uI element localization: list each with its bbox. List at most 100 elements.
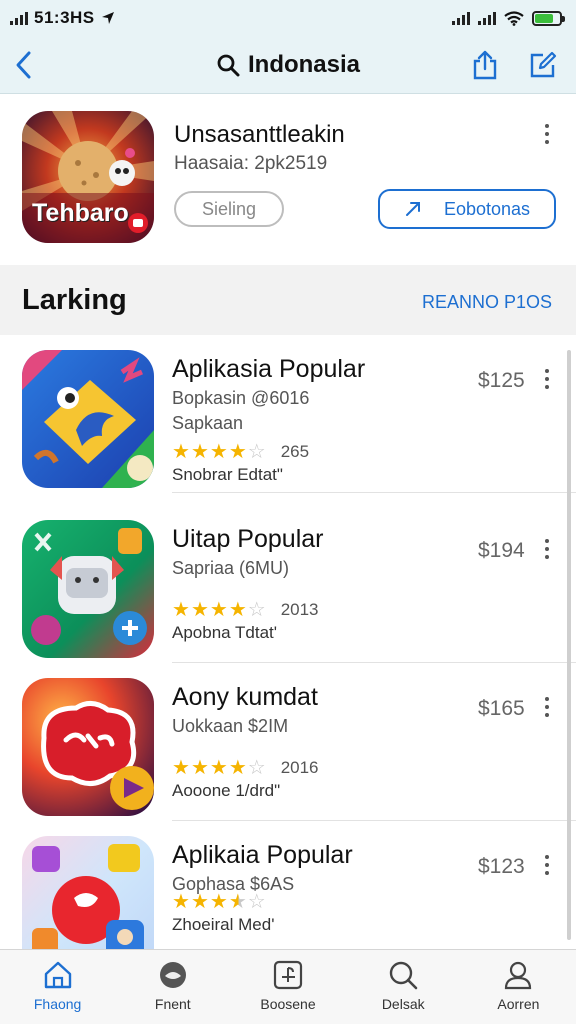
star-full-icon: ★ bbox=[228, 599, 248, 621]
app-rating: ★★★★☆ bbox=[172, 889, 267, 914]
star-empty-icon: ☆ bbox=[247, 599, 267, 621]
battery-icon bbox=[532, 10, 565, 26]
scrollbar[interactable] bbox=[567, 350, 571, 940]
app-rating: ★★★★☆ 2016 bbox=[172, 755, 319, 780]
app-title[interactable]: Aplikasia Popular bbox=[172, 355, 365, 384]
tab-discover[interactable]: Fnent bbox=[115, 950, 230, 1024]
app-subtitle: Bopkasin @6016 bbox=[172, 388, 310, 408]
star-full-icon: ★ bbox=[190, 599, 210, 621]
featured-app-icon-text: Tehbaro bbox=[32, 199, 129, 227]
star-full-icon: ★ bbox=[190, 441, 210, 463]
edit-icon bbox=[530, 51, 557, 78]
star-full-icon: ★ bbox=[209, 599, 229, 621]
nav-bar: Indonasia bbox=[0, 36, 576, 94]
tab-apps[interactable]: Boosene bbox=[230, 950, 345, 1024]
star-full-icon: ★ bbox=[190, 757, 210, 779]
share-button[interactable] bbox=[468, 48, 502, 82]
more-options-icon[interactable] bbox=[538, 855, 556, 875]
tab-home[interactable]: Fhaong bbox=[0, 950, 115, 1024]
search-icon bbox=[217, 54, 240, 77]
more-options-icon[interactable] bbox=[538, 697, 556, 717]
location-arrow-icon bbox=[101, 12, 114, 24]
app-title[interactable]: Aplikaia Popular bbox=[172, 841, 353, 870]
section-header: Larking REANNO P1OS bbox=[0, 265, 576, 335]
star-full-icon: ★ bbox=[190, 891, 210, 913]
page-title: Indonasia bbox=[247, 51, 361, 78]
tab-search[interactable]: Delsak bbox=[346, 950, 461, 1024]
app-icon[interactable] bbox=[22, 350, 154, 488]
featured-app-subtitle: Haasaia: 2pk2519 bbox=[174, 153, 328, 174]
star-half-icon: ★ bbox=[228, 891, 248, 913]
app-rating: ★★★★☆ 265 bbox=[172, 439, 309, 464]
tab-bar: Fhaong Fnent Boosene Delsak Aorren bbox=[0, 949, 576, 1024]
app-price[interactable]: $194 bbox=[478, 539, 525, 563]
star-full-icon: ★ bbox=[228, 441, 248, 463]
star-full-icon: ★ bbox=[172, 757, 191, 779]
rating-count: 2016 bbox=[280, 757, 319, 777]
app-note: Apobna Tdtat' bbox=[172, 623, 278, 642]
rating-count: 2013 bbox=[280, 599, 319, 619]
rating-count: 265 bbox=[280, 441, 310, 461]
more-options-icon[interactable] bbox=[538, 369, 556, 389]
app-price[interactable]: $123 bbox=[478, 855, 525, 879]
app-category: Sapkaan bbox=[172, 413, 244, 433]
row-divider bbox=[172, 492, 576, 493]
app-price[interactable]: $125 bbox=[478, 369, 525, 393]
list-item[interactable]: Aplikasia Popular Bopkasin @6016 Sapkaan… bbox=[0, 335, 576, 493]
app-note: Zhoeiral Med' bbox=[172, 915, 275, 934]
rating-stars: ★★★★☆ bbox=[172, 889, 267, 914]
rating-stars: ★★★★☆ bbox=[172, 597, 267, 622]
app-note: Aooone 1/drd" bbox=[172, 781, 281, 800]
list-item[interactable]: Aplikaia Popular Gophasa $6AS ★★★★☆ Zhoe… bbox=[0, 821, 576, 949]
featured-app-title[interactable]: Unsasanttleakin bbox=[174, 121, 345, 149]
list-item[interactable]: Aony kumdat Uokkaan $2IM ★★★★☆ 2016 Aooo… bbox=[0, 663, 576, 821]
wifi-icon bbox=[504, 10, 524, 26]
app-price[interactable]: $165 bbox=[478, 697, 525, 721]
primary-button[interactable]: Eobotonas bbox=[378, 189, 556, 229]
app-title[interactable]: Aony kumdat bbox=[172, 683, 318, 712]
app-icon[interactable] bbox=[22, 678, 154, 816]
star-full-icon: ★ bbox=[172, 891, 191, 913]
search-icon bbox=[390, 961, 418, 990]
more-options-icon[interactable] bbox=[538, 121, 556, 147]
battery-level bbox=[535, 13, 553, 23]
star-full-icon: ★ bbox=[228, 757, 248, 779]
back-button[interactable] bbox=[8, 48, 38, 82]
more-options-icon[interactable] bbox=[538, 539, 556, 559]
app-subtitle: Uokkaan $2IM bbox=[172, 716, 289, 736]
share-icon bbox=[473, 50, 497, 80]
app-rating: ★★★★☆ 2013 bbox=[172, 597, 319, 622]
app-icon[interactable] bbox=[22, 520, 154, 658]
tab-label: Fhaong bbox=[33, 996, 82, 1012]
featured-app-icon[interactable]: Tehbaro bbox=[22, 111, 154, 243]
signal-icon bbox=[10, 11, 28, 25]
arrow-icon bbox=[405, 202, 420, 216]
star-full-icon: ★ bbox=[172, 599, 191, 621]
tab-label: Fnent bbox=[154, 996, 191, 1012]
cellular-icon bbox=[478, 11, 496, 25]
app-list: Aplikasia Popular Bopkasin @6016 Sapkaan… bbox=[0, 335, 576, 949]
secondary-button[interactable]: Sieling bbox=[174, 191, 284, 227]
section-title: Larking bbox=[22, 284, 127, 316]
status-time: 51:3HS bbox=[34, 8, 95, 27]
account-icon bbox=[505, 961, 532, 990]
star-empty-icon: ☆ bbox=[247, 891, 267, 913]
app-title[interactable]: Uitap Popular bbox=[172, 525, 323, 554]
star-full-icon: ★ bbox=[172, 441, 191, 463]
status-bar: 51:3HS bbox=[0, 0, 576, 36]
rating-stars: ★★★★☆ bbox=[172, 755, 267, 780]
tab-account[interactable]: Aorren bbox=[461, 950, 576, 1024]
tab-label: Delsak bbox=[381, 996, 425, 1012]
signal-icon bbox=[452, 11, 470, 25]
featured-app-card[interactable]: Tehbaro Unsasanttleakin Haasaia: 2pk2519… bbox=[0, 95, 576, 265]
app-note: Snobrar Edtat" bbox=[172, 465, 283, 484]
list-item[interactable]: Uitap Popular Sapriaa (6MU) ★★★★☆ 2013 A… bbox=[0, 505, 576, 663]
star-empty-icon: ☆ bbox=[247, 441, 267, 463]
star-empty-icon: ☆ bbox=[247, 757, 267, 779]
see-all-link[interactable]: REANNO P1OS bbox=[422, 292, 552, 313]
discover-icon bbox=[159, 962, 186, 988]
primary-button-label: Eobotonas bbox=[443, 198, 531, 219]
edit-button[interactable] bbox=[526, 48, 560, 82]
app-icon[interactable] bbox=[22, 836, 154, 949]
star-full-icon: ★ bbox=[209, 891, 229, 913]
